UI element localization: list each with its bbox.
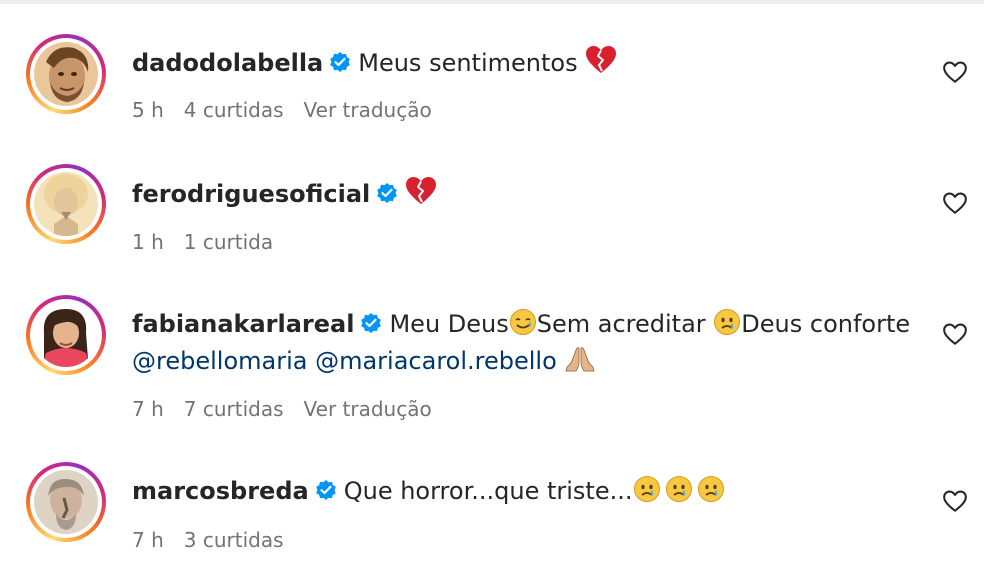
sad-face-icon: [662, 475, 696, 512]
broken-heart-icon: [585, 45, 617, 84]
comment-time: 7 h: [132, 397, 164, 421]
comment-text-line: marcosbreda Que horror...que triste...: [132, 474, 726, 512]
avatar[interactable]: [26, 164, 106, 244]
top-divider: [0, 0, 984, 4]
likes-count[interactable]: 7 curtidas: [184, 397, 284, 421]
comment-time: 5 h: [132, 98, 164, 122]
mention-link[interactable]: @rebellomaria: [132, 347, 307, 375]
comment-meta: 5 h 4 curtidas Ver tradução: [132, 97, 432, 123]
comment-text-line: fabianakarlareal Meu Deus Sem acreditar De…: [132, 307, 910, 345]
avatar[interactable]: [26, 295, 106, 375]
broken-heart-icon: [405, 176, 437, 215]
folded-hands-icon: [564, 345, 596, 382]
username-link[interactable]: fabianakarlareal: [132, 310, 354, 338]
like-heart-icon[interactable]: [942, 488, 968, 514]
comment-text: Que horror...que triste...: [343, 477, 633, 505]
see-translation-link[interactable]: Ver tradução: [304, 98, 432, 122]
comment-time: 7 h: [132, 528, 164, 552]
comment-time: 1 h: [132, 230, 164, 254]
likes-count[interactable]: 3 curtidas: [184, 528, 284, 552]
likes-count[interactable]: 1 curtida: [184, 230, 273, 254]
avatar-photo: [34, 470, 98, 534]
comment-text-line: @rebellomaria @mariacarol.rebello: [132, 344, 596, 382]
username-link[interactable]: dadodolabella: [132, 49, 323, 77]
comment-text-line: dadodolabella Meus sentimentos: [132, 45, 617, 84]
avatar[interactable]: [26, 34, 106, 114]
see-translation-link[interactable]: Ver tradução: [304, 397, 432, 421]
comment-meta: 1 h 1 curtida: [132, 229, 293, 255]
verified-badge-icon: [359, 310, 383, 344]
smiling-tear-face-icon: [509, 308, 537, 345]
comment-text: Sem acreditar: [536, 310, 706, 338]
mention-link[interactable]: @mariacarol.rebello: [315, 347, 557, 375]
sad-face-icon: [696, 475, 726, 512]
avatar-photo: [34, 172, 98, 236]
username-link[interactable]: marcosbreda: [132, 477, 309, 505]
verified-badge-icon: [314, 477, 338, 511]
avatar-photo: [34, 42, 98, 106]
comment-text: Meu Deus: [389, 310, 509, 338]
comment-meta: 7 h 7 curtidas Ver tradução: [132, 396, 432, 422]
like-heart-icon[interactable]: [942, 321, 968, 347]
comment-text: Meus sentimentos: [358, 49, 578, 77]
comment-meta: 7 h 3 curtidas: [132, 527, 304, 553]
like-heart-icon[interactable]: [942, 190, 968, 216]
verified-badge-icon: [375, 180, 399, 214]
avatar-photo: [34, 303, 98, 367]
like-heart-icon[interactable]: [942, 59, 968, 85]
sad-face-icon: [713, 308, 741, 345]
avatar[interactable]: [26, 462, 106, 542]
verified-badge-icon: [328, 49, 352, 83]
sad-face-icon: [632, 475, 662, 512]
likes-count[interactable]: 4 curtidas: [184, 98, 284, 122]
comment-text: Deus conforte: [741, 310, 911, 338]
username-link[interactable]: ferodriguesoficial: [132, 180, 370, 208]
comment-text-line: ferodriguesoficial: [132, 176, 437, 215]
